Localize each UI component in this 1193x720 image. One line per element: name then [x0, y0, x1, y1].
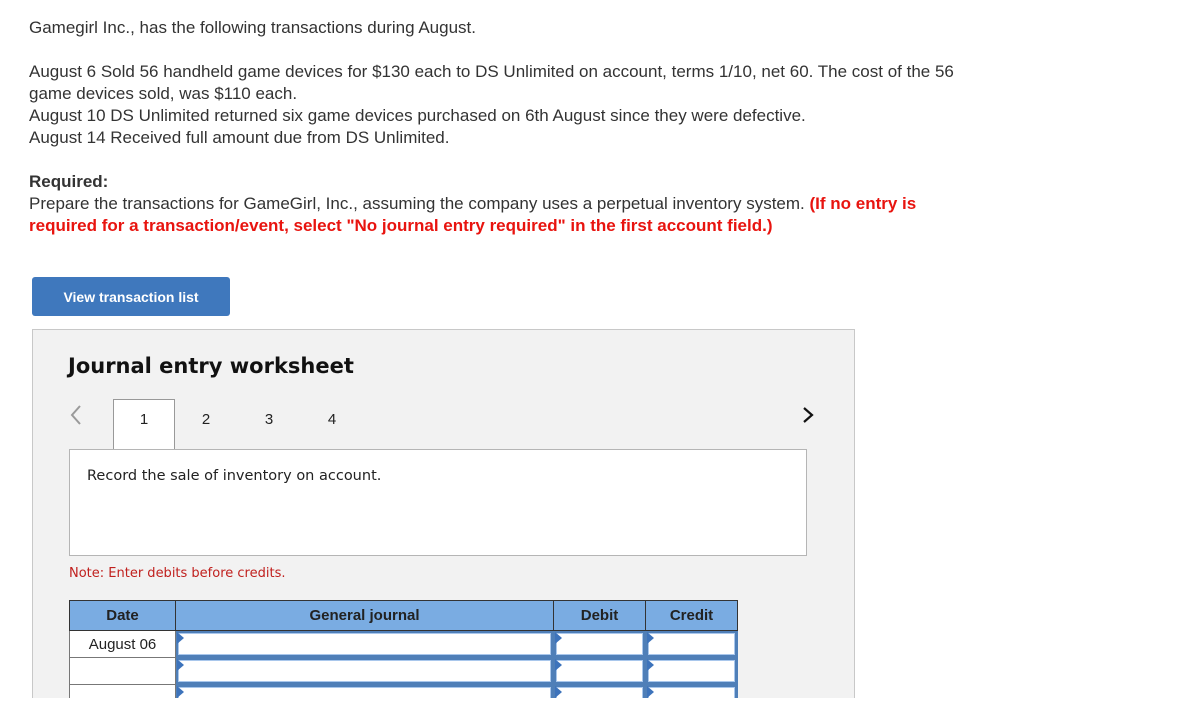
journal-table: Date General journal Debit Credit August…: [69, 600, 738, 698]
worksheet-title: Journal entry worksheet: [68, 354, 354, 378]
row-date: [69, 657, 176, 685]
input-marker-icon: [647, 659, 654, 671]
transaction-line: game devices sold, was $110 each.: [29, 84, 298, 103]
header-general-journal: General journal: [175, 600, 554, 631]
required-heading: Required:: [29, 172, 109, 191]
required-text: Prepare the transactions for GameGirl, I…: [29, 194, 805, 213]
dropdown-marker-icon: [177, 659, 184, 671]
previous-entry-button[interactable]: [66, 402, 86, 428]
tab-4[interactable]: 4: [301, 399, 363, 449]
input-marker-icon: [555, 686, 562, 698]
entry-note: Note: Enter debits before credits.: [69, 566, 286, 581]
view-transaction-list-button[interactable]: View transaction list: [32, 277, 230, 316]
header-credit: Credit: [645, 600, 738, 631]
table-row: [69, 684, 738, 698]
row-date: [69, 684, 176, 698]
required-text-line: Prepare the transactions for GameGirl, I…: [29, 193, 954, 215]
row-date: August 06: [69, 630, 176, 658]
entry-description-box: Record the sale of inventory on account.: [69, 449, 807, 556]
debit-input[interactable]: [553, 684, 646, 698]
input-marker-icon: [647, 632, 654, 644]
next-entry-button[interactable]: [798, 402, 818, 428]
header-debit: Debit: [553, 600, 646, 631]
dropdown-marker-icon: [177, 632, 184, 644]
journal-header-row: Date General journal Debit Credit: [69, 600, 738, 631]
entry-description: Record the sale of inventory on account.: [87, 468, 382, 484]
tab-2[interactable]: 2: [175, 399, 237, 449]
required-instruction: (If no entry is: [809, 194, 917, 213]
required-instruction-cont: required for a transaction/event, select…: [29, 216, 773, 235]
transaction-line: August 14 Received full amount due from …: [29, 128, 450, 147]
debit-input[interactable]: [553, 657, 646, 685]
transaction-line: August 10 DS Unlimited returned six game…: [29, 106, 806, 125]
problem-statement: Gamegirl Inc., has the following transac…: [29, 17, 954, 237]
tab-3[interactable]: 3: [238, 399, 300, 449]
credit-input[interactable]: [645, 630, 738, 658]
credit-input[interactable]: [645, 684, 738, 698]
input-marker-icon: [555, 659, 562, 671]
chevron-left-icon: [70, 405, 81, 425]
header-date: Date: [69, 600, 176, 631]
journal-entry-worksheet: Journal entry worksheet 1 2 3 4 Record t…: [32, 329, 855, 698]
input-marker-icon: [647, 686, 654, 698]
account-select[interactable]: [175, 684, 554, 698]
table-row: [69, 657, 738, 685]
account-select[interactable]: [175, 657, 554, 685]
tab-1[interactable]: 1: [113, 399, 175, 449]
transaction-line: August 6 Sold 56 handheld game devices f…: [29, 62, 954, 81]
dropdown-marker-icon: [177, 686, 184, 698]
table-row: August 06: [69, 630, 738, 658]
chevron-right-icon: [803, 407, 814, 423]
input-marker-icon: [555, 632, 562, 644]
intro-text: Gamegirl Inc., has the following transac…: [29, 18, 476, 37]
debit-input[interactable]: [553, 630, 646, 658]
account-select[interactable]: [175, 630, 554, 658]
credit-input[interactable]: [645, 657, 738, 685]
